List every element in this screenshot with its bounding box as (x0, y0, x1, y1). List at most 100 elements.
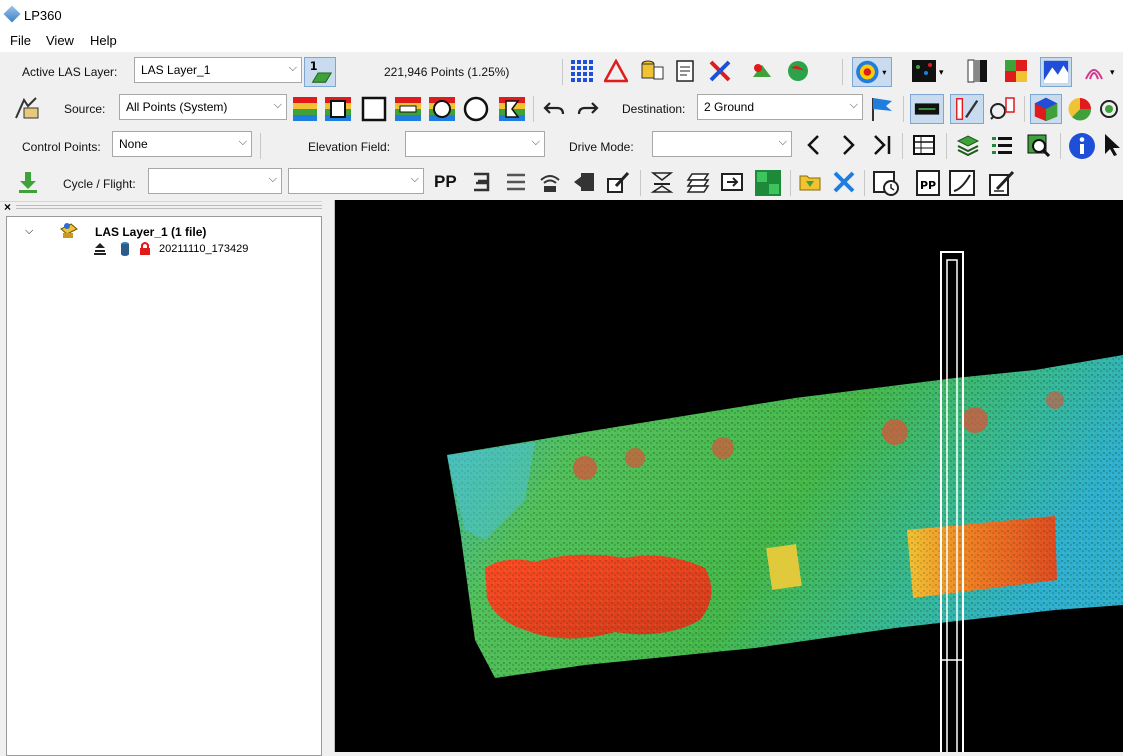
list-icon[interactable] (990, 133, 1014, 157)
filter-lasso-icon[interactable] (498, 95, 526, 123)
pointer-icon[interactable] (1102, 133, 1123, 157)
import-icon[interactable] (16, 170, 40, 194)
filter-square-icon[interactable] (360, 95, 388, 123)
database-icon[interactable] (640, 59, 664, 83)
svg-text:▾: ▾ (1110, 68, 1115, 78)
classify-icon[interactable] (750, 59, 774, 83)
collapse-chevron-icon[interactable]: ⌵ (25, 225, 33, 238)
pp-button[interactable]: PP (434, 172, 457, 192)
table-icon[interactable] (912, 133, 936, 157)
triangle-icon[interactable] (604, 59, 628, 83)
profile-edit-icon[interactable] (950, 94, 984, 124)
menu-file[interactable]: File (10, 33, 31, 48)
cube-icon[interactable] (1030, 94, 1062, 124)
menu-help[interactable]: Help (90, 33, 117, 48)
tools-icon[interactable] (708, 59, 732, 83)
grayscale-icon[interactable] (966, 59, 990, 83)
signal-icon[interactable] (538, 170, 562, 194)
menu-view[interactable]: View (46, 33, 74, 48)
heatmap-display-icon[interactable]: ▾ (852, 57, 892, 87)
edit-report-icon[interactable] (988, 169, 1016, 197)
vegetation-cluster (573, 456, 597, 480)
pp-report-icon[interactable]: PP (914, 169, 942, 197)
stacked-planes-icon[interactable] (686, 170, 710, 194)
source-select[interactable]: All Points (System) ⌵ (119, 94, 287, 120)
window-export-icon[interactable] (720, 170, 744, 194)
layer-tree-panel: ⌵ LAS Layer_1 (1 file) 20211110_173429 (6, 216, 322, 756)
vegetation-texture (485, 554, 712, 639)
profile-view-icon[interactable] (910, 94, 944, 124)
split-view-icon[interactable] (754, 169, 782, 197)
clock-report-icon[interactable] (872, 169, 900, 197)
wrench-icon[interactable] (832, 170, 856, 194)
source-filter-icon[interactable] (14, 96, 42, 122)
stack-profile-icon[interactable] (650, 170, 674, 194)
flight-toolbar: Cycle / Flight: ⌵ ⌵ PP PP (0, 164, 1123, 202)
elevation-shade-icon[interactable] (1040, 57, 1072, 87)
grid-icon[interactable] (570, 59, 594, 83)
layers-icon[interactable] (956, 133, 980, 157)
close-panel-icon[interactable]: × (4, 200, 11, 214)
chevron-down-icon: ⌵ (268, 173, 277, 185)
filter-band-icon[interactable] (394, 95, 422, 123)
menu-bar: File View Help (0, 30, 1123, 52)
layer-label[interactable]: LAS Layer_1 (1 file) (95, 225, 206, 239)
svg-text:▾: ▾ (939, 68, 944, 78)
active-layer-value: LAS Layer_1 (141, 63, 211, 77)
fingerprint-icon[interactable]: ▾ (1082, 59, 1122, 83)
chevron-down-icon: ⌵ (238, 136, 247, 148)
elevation-field-select[interactable]: ⌵ (405, 131, 545, 157)
control-points-select[interactable]: None ⌵ (112, 131, 252, 157)
previous-icon[interactable] (802, 133, 826, 157)
file-label[interactable]: 20211110_173429 (159, 243, 248, 255)
info-icon[interactable] (1068, 132, 1096, 160)
flag-icon[interactable] (868, 95, 896, 123)
last-icon[interactable] (870, 133, 894, 157)
filter-rainbow-icon[interactable] (292, 95, 318, 123)
pie-icon[interactable] (1066, 96, 1094, 122)
redo-icon[interactable] (576, 97, 600, 121)
select-layer-icon[interactable]: 1 (304, 57, 336, 87)
chevron-down-icon: ⌵ (849, 99, 858, 111)
filter-circle-rainbow-icon[interactable] (428, 95, 456, 123)
panel-grip[interactable] (16, 205, 328, 211)
svg-text:PP: PP (920, 179, 936, 192)
folder-icon[interactable] (798, 170, 822, 194)
source-value: All Points (System) (126, 100, 228, 114)
hand-edit-icon[interactable] (606, 170, 630, 194)
vegetation-cluster (625, 448, 645, 468)
profile-zoom-icon[interactable] (988, 96, 1018, 122)
control-toolbar: Control Points: None ⌵ Elevation Field: … (0, 127, 1123, 165)
lines-icon[interactable] (504, 170, 528, 194)
chevron-down-icon: ⌵ (273, 99, 282, 111)
report-icon[interactable] (674, 59, 698, 83)
drive-mode-select[interactable]: ⌵ (652, 131, 792, 157)
layer-toolbar: Active LAS Layer: LAS Layer_1 ⌵ 1 221,94… (0, 53, 1123, 91)
chevron-down-icon: ⌵ (410, 173, 419, 185)
destination-value: 2 Ground (704, 100, 755, 114)
destination-select[interactable]: 2 Ground ⌵ (697, 94, 863, 120)
class-color-icon[interactable] (1004, 59, 1028, 83)
point-display-icon[interactable]: ▾ (910, 59, 948, 83)
active-layer-select[interactable]: LAS Layer_1 ⌵ (134, 57, 302, 83)
export-icon[interactable] (572, 170, 596, 194)
filter-circle-icon[interactable] (462, 95, 490, 123)
cycle-flight-select[interactable]: ⌵ (148, 168, 282, 194)
filter-square-rainbow-icon[interactable] (324, 95, 352, 123)
destination-label: Destination: (622, 102, 686, 116)
map-viewport[interactable] (335, 200, 1123, 752)
globe-icon[interactable] (786, 59, 810, 83)
cycle-flight-label: Cycle / Flight: (63, 177, 136, 191)
identify-map-icon[interactable] (1026, 133, 1050, 157)
next-icon[interactable] (836, 133, 860, 157)
flight-line-select[interactable]: ⌵ (288, 168, 424, 194)
panel-splitter[interactable] (322, 200, 335, 752)
layer-stack-icon (93, 242, 107, 256)
graph-icon[interactable] (948, 169, 976, 197)
align-icon[interactable] (470, 170, 494, 194)
zoom-layer-icon[interactable] (1098, 96, 1123, 122)
undo-icon[interactable] (542, 97, 566, 121)
svg-text:1: 1 (310, 60, 318, 73)
point-cloud-view (447, 251, 1123, 752)
chevron-down-icon: ⌵ (531, 136, 540, 148)
